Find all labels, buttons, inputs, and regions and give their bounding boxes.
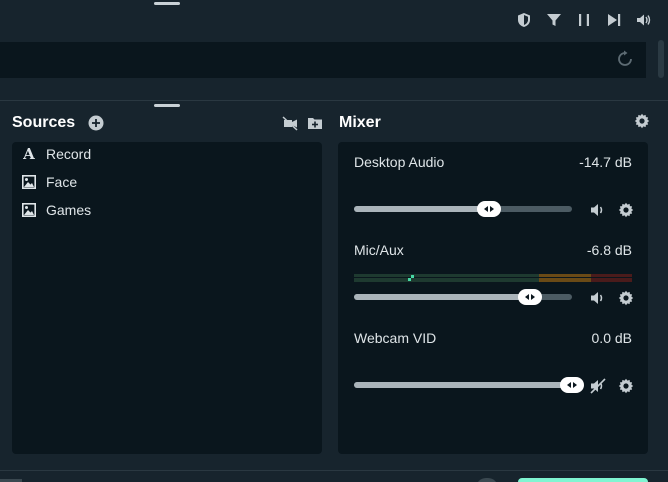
source-item-record[interactable]: A Record	[22, 143, 91, 165]
gear-icon[interactable]	[618, 202, 634, 218]
channel-name: Webcam VID	[354, 330, 437, 346]
mixer-title: Mixer	[339, 114, 381, 131]
source-label: Games	[46, 202, 92, 218]
source-label: Face	[46, 174, 78, 190]
source-item-face[interactable]: Face	[22, 171, 77, 193]
resize-handle-top[interactable]	[154, 2, 180, 5]
sources-title: Sources	[12, 114, 76, 131]
webcam-off-icon[interactable]	[282, 115, 298, 131]
volume-icon[interactable]	[636, 12, 652, 28]
image-icon	[22, 203, 36, 217]
skip-next-icon[interactable]	[606, 12, 622, 28]
slider-fill	[354, 382, 572, 388]
channel-volume-db: 0.0 dB	[591, 330, 632, 346]
filter-icon[interactable]	[546, 12, 562, 28]
mixer-panel: Desktop Audio -14.7 dB Mic/Aux -6.8 dB W…	[338, 142, 648, 454]
divider	[0, 100, 668, 101]
slider-fill	[354, 206, 490, 212]
slider-knob[interactable]	[560, 377, 584, 393]
top-toolbar	[0, 0, 668, 40]
channel-name: Mic/Aux	[354, 242, 404, 258]
channel-name: Desktop Audio	[354, 154, 445, 170]
go-live-button[interactable]	[518, 478, 648, 482]
volume-slider[interactable]	[354, 201, 572, 217]
refresh-icon[interactable]	[616, 50, 634, 68]
resize-handle-middle[interactable]	[154, 104, 180, 107]
source-item-games[interactable]: Games	[22, 199, 91, 221]
audio-level-meter	[354, 269, 632, 282]
slider-fill	[354, 294, 531, 300]
pause-icon[interactable]	[576, 12, 592, 28]
slider-knob[interactable]	[518, 289, 542, 305]
source-label: Record	[46, 146, 92, 162]
text-icon: A	[23, 145, 35, 163]
add-source-icon[interactable]	[88, 115, 104, 131]
slider-knob[interactable]	[477, 201, 501, 217]
app-window: Sources A Record Face Games Mixer Deskto…	[0, 0, 668, 482]
editor-strip	[0, 40, 668, 100]
editor-bar	[0, 42, 646, 78]
gear-icon[interactable]	[618, 290, 634, 306]
gear-icon[interactable]	[634, 113, 650, 129]
channel-volume-db: -6.8 dB	[586, 242, 632, 258]
channel-volume-db: -14.7 dB	[579, 154, 632, 170]
gear-icon[interactable]	[618, 378, 634, 394]
add-folder-icon[interactable]	[307, 115, 323, 131]
volume-icon[interactable]	[590, 202, 606, 218]
volume-slider[interactable]	[354, 377, 584, 393]
muted-volume-icon[interactable]	[590, 378, 606, 394]
shield-icon[interactable]	[516, 12, 532, 28]
scrollbar[interactable]	[658, 40, 664, 78]
image-icon	[22, 175, 36, 189]
volume-slider[interactable]	[354, 289, 572, 305]
sources-list: A Record Face Games	[12, 142, 322, 454]
volume-icon[interactable]	[590, 290, 606, 306]
